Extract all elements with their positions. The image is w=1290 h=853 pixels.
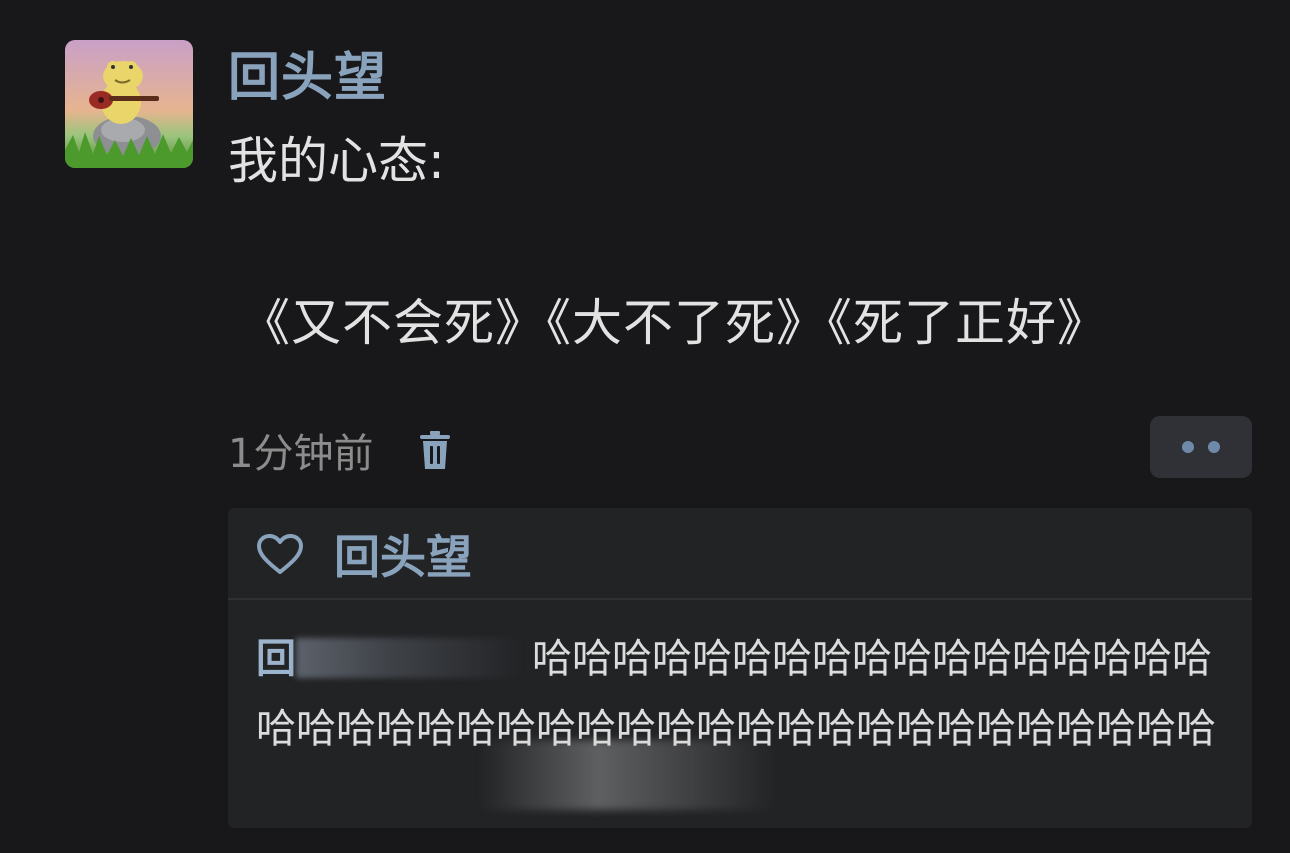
post-text-line: 《又不会死》《大不了死》《死了正好》 bbox=[240, 294, 1108, 352]
blur-overlay bbox=[478, 740, 778, 810]
divider bbox=[228, 598, 1252, 600]
more-dots-icon[interactable] bbox=[1150, 416, 1252, 478]
liker-name[interactable]: 回头望 bbox=[334, 521, 472, 587]
dot bbox=[1182, 441, 1194, 453]
redacted-name bbox=[296, 638, 524, 678]
commenter-name[interactable]: 回 bbox=[256, 636, 296, 682]
timestamp: 1分钟前 bbox=[228, 431, 374, 477]
dot bbox=[1208, 441, 1220, 453]
avatar[interactable] bbox=[65, 40, 193, 168]
post-meta-row: 1分钟前 bbox=[228, 420, 455, 480]
author-name[interactable]: 回头望 bbox=[228, 46, 387, 110]
trash-icon[interactable] bbox=[415, 428, 455, 472]
interaction-panel: 回头望 回哈哈哈哈哈哈哈哈哈哈哈哈哈哈哈哈哈哈哈哈哈哈哈哈哈哈哈哈哈哈哈哈哈哈哈… bbox=[228, 508, 1252, 828]
heart-icon[interactable] bbox=[256, 532, 306, 576]
post-text-line: 我的心态: bbox=[228, 132, 445, 190]
likes-row: 回头望 bbox=[256, 524, 472, 584]
